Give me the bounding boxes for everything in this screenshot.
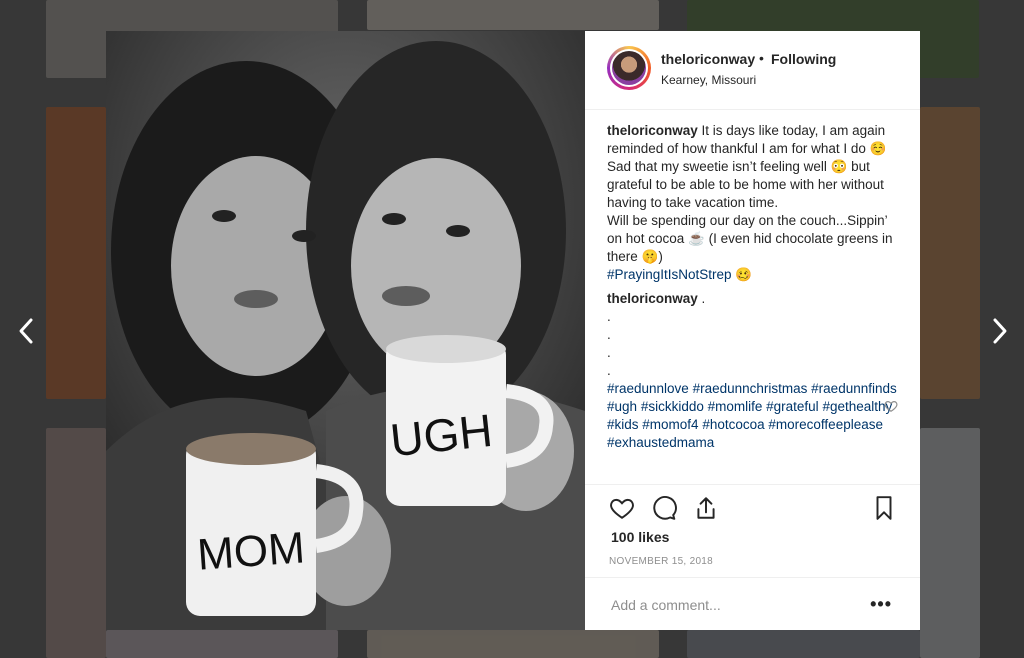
likes-count[interactable]: 100 likes (611, 529, 669, 545)
comment-form: Add a comment... ••• (585, 577, 920, 631)
comment-like-heart-icon[interactable] (884, 399, 898, 413)
hashtag-link[interactable]: #raedunnchristmas (693, 381, 808, 396)
hashtag-link[interactable]: #raedunnlove (607, 381, 689, 396)
hashtag-link[interactable]: #raedunnfinds (811, 381, 897, 396)
following-button[interactable]: Following (771, 51, 836, 67)
comment-dot-line: . (607, 345, 611, 360)
action-bar (585, 484, 920, 529)
hashtag-link[interactable]: #hotcocoa (702, 417, 764, 432)
comment-input[interactable]: Add a comment... (611, 597, 721, 613)
comment-dot-line: . (607, 327, 611, 342)
caption-emoji: 🥴 (735, 267, 753, 282)
comment-dot-line: . (607, 309, 611, 324)
heart-icon[interactable] (609, 495, 635, 521)
post-sidebar: theloriconway • Following Kearney, Misso… (585, 31, 920, 630)
caption: theloriconway It is days like today, I a… (607, 122, 899, 212)
hashtag-link[interactable]: #kids (607, 417, 639, 432)
author-username[interactable]: theloriconway (661, 51, 755, 67)
comment: theloriconway . (607, 290, 899, 308)
more-options-button[interactable]: ••• (870, 594, 892, 615)
mug-right-text: UGH (388, 404, 495, 466)
hashtag-list: #raedunnlove #raedunnchristmas #raedunnf… (607, 380, 899, 452)
comment-username[interactable]: theloriconway (607, 291, 698, 306)
post-date[interactable]: November 15, 2018 (609, 556, 713, 567)
post-location[interactable]: Kearney, Missouri (661, 73, 756, 87)
separator-dot: • (759, 50, 764, 66)
hashtag-link[interactable]: #exhaustedmama (607, 435, 714, 450)
hashtag-link[interactable]: #morecoffeeplease (768, 417, 883, 432)
share-icon[interactable] (693, 495, 719, 521)
hashtag-link[interactable]: #momof4 (642, 417, 698, 432)
caption-tag-line: #PrayingItIsNotStrep 🥴 (607, 266, 899, 284)
caption-username[interactable]: theloriconway (607, 123, 698, 138)
comment-icon[interactable] (651, 495, 677, 521)
caption-line: Will be spending our day on the couch...… (607, 213, 893, 264)
hashtag-link[interactable]: #PrayingItIsNotStrep (607, 267, 732, 282)
hashtag-link[interactable]: #momlife (708, 399, 763, 414)
photo-illustration: UGH MOM (106, 31, 585, 630)
chevron-right-icon[interactable] (984, 314, 1014, 348)
hashtag-link[interactable]: #gethealthy (822, 399, 892, 414)
post-modal: UGH MOM theloriconway • Following Kearne… (106, 31, 920, 630)
post-photo[interactable]: UGH MOM (106, 31, 585, 630)
post-header: theloriconway • Following Kearney, Misso… (585, 31, 920, 110)
hashtag-link[interactable]: #ugh (607, 399, 637, 414)
comments-list[interactable]: theloriconway It is days like today, I a… (607, 122, 899, 478)
mug-left-text: MOM (196, 523, 307, 579)
comment-text: . (701, 291, 706, 306)
hashtag-link[interactable]: #grateful (766, 399, 819, 414)
chevron-left-icon[interactable] (12, 314, 42, 348)
bookmark-icon[interactable] (871, 495, 897, 521)
avatar[interactable] (607, 46, 651, 90)
comment-dot-line: . (607, 363, 611, 378)
hashtag-link[interactable]: #sickkiddo (641, 399, 704, 414)
